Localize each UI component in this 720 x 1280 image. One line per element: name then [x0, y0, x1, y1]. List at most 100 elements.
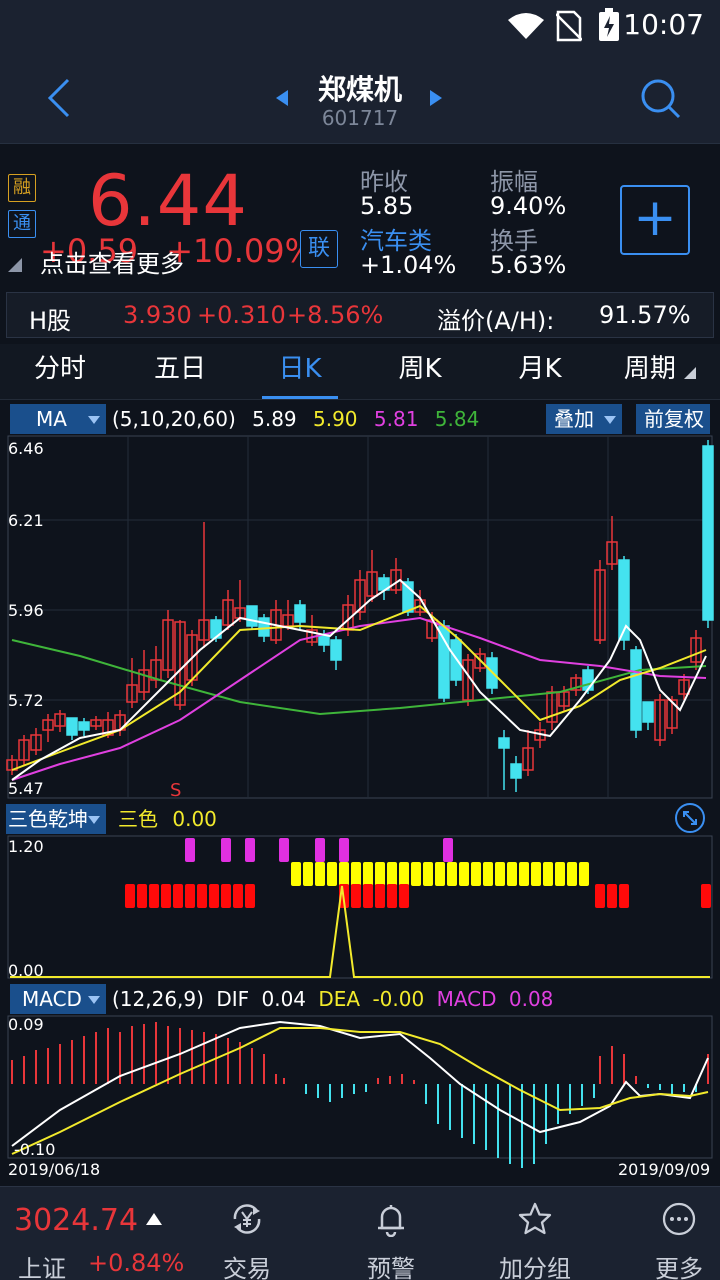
- kline-y-label-2: 6.21: [8, 511, 44, 530]
- fullscreen-icon[interactable]: [674, 802, 706, 834]
- tricolor-yellow-block: [495, 862, 505, 886]
- macd-y-top: 0.09: [8, 1015, 44, 1034]
- amplitude-value: 9.40%: [490, 192, 567, 220]
- tricolor-yellow-block: [351, 862, 361, 886]
- quote-panel[interactable]: 融 通 6.44 +0.59 +10.09% 点击查看更多 联 昨收 5.85 …: [0, 144, 720, 286]
- tricolor-yellow-block: [363, 862, 373, 886]
- candle-body: [630, 649, 642, 731]
- next-stock-arrow-icon[interactable]: [428, 88, 444, 108]
- tab-period[interactable]: 周期: [600, 344, 720, 400]
- price-change-pct: +10.09%: [166, 232, 316, 270]
- tab-daily-k[interactable]: 日K: [240, 344, 360, 400]
- tricolor-red-block: [125, 884, 135, 908]
- kline-candles: [6, 440, 714, 792]
- tricolor-red-block: [197, 884, 207, 908]
- expand-corner-icon: [8, 258, 22, 272]
- macd-legend: (12,26,9) DIF 0.04 DEA -0.00 MACD 0.08: [112, 984, 553, 1014]
- tricolor-red-block: [607, 884, 617, 908]
- dif-value: 0.04: [261, 987, 307, 1011]
- nav-trade[interactable]: 交易: [192, 1187, 302, 1280]
- overlay-label: 叠加: [554, 407, 594, 431]
- ah-premium-label: 溢价(A/H):: [437, 307, 555, 335]
- more-tip[interactable]: 点击查看更多: [40, 244, 184, 279]
- dropdown-corner-icon: [684, 367, 697, 379]
- tricolor-yellow-block: [519, 862, 529, 886]
- tab-monthly-k[interactable]: 月K: [480, 344, 600, 400]
- tricolor-yellow-block: [543, 862, 553, 886]
- tricolor-value: 0.00: [172, 807, 217, 831]
- ma20-value: 5.81: [373, 407, 419, 431]
- h-share-price: 3.930: [123, 301, 192, 329]
- tricolor-yellow-block: [459, 862, 469, 886]
- tricolor-red-block: [387, 884, 397, 908]
- tricolor-red-block: [375, 884, 385, 908]
- tricolor-magenta-block: [221, 838, 231, 862]
- indicator-select-tricolor[interactable]: 三色乾坤: [6, 804, 106, 834]
- index-value: 3024.74: [14, 1203, 139, 1238]
- stock-name: 郑煤机: [317, 73, 402, 106]
- tricolor-red-block: [363, 884, 373, 908]
- kline-chart[interactable]: 6.46 6.21 5.96 5.72 5.47 S: [0, 430, 720, 800]
- add-watchlist-button[interactable]: +: [620, 185, 690, 255]
- h-share-label: H股: [29, 307, 72, 335]
- tricolor-select-label: 三色乾坤: [8, 807, 88, 831]
- tab-five-day[interactable]: 五日: [120, 344, 240, 400]
- tricolor-magenta-block: [279, 838, 289, 862]
- candle-body: [582, 669, 594, 691]
- up-triangle-icon: [146, 1213, 162, 1225]
- related-button[interactable]: 联: [300, 230, 338, 268]
- tab-intraday[interactable]: 分时: [0, 344, 120, 400]
- kline-y-label-top: 6.46: [8, 439, 44, 458]
- connect-badge: 通: [8, 210, 36, 238]
- tricolor-yellow-block: [531, 862, 541, 886]
- date-start: 2019/06/18: [8, 1160, 100, 1179]
- macd-lines: [11, 1020, 709, 1155]
- yen-exchange-icon: [233, 1204, 261, 1234]
- dea-value: -0.00: [372, 987, 425, 1011]
- nav-trade-label: 交易: [223, 1255, 271, 1280]
- status-bar: 10:07: [0, 0, 720, 52]
- turnover-value: 5.63%: [490, 251, 567, 279]
- battery-charging-icon: [599, 8, 619, 41]
- dif-line: [11, 1020, 709, 1147]
- candle-body: [330, 639, 342, 661]
- tricolor-red-block: [173, 884, 183, 908]
- tricolor-yellow-block: [375, 862, 385, 886]
- ma5-value: 5.89: [252, 407, 297, 431]
- bell-icon: [378, 1205, 404, 1237]
- date-end: 2019/09/09: [618, 1160, 710, 1179]
- tricolor-yellow-block: [387, 862, 397, 886]
- tab-weekly-k[interactable]: 周K: [360, 344, 480, 400]
- candle-body: [66, 717, 78, 736]
- nav-add-group[interactable]: 加分组: [480, 1187, 590, 1280]
- tricolor-red-block: [137, 884, 147, 908]
- ma-line: [11, 604, 707, 771]
- tricolor-magenta-block: [443, 838, 453, 862]
- h-share-row[interactable]: H股 3.930 +0.310 +8.56% 溢价(A/H): 91.57%: [6, 292, 714, 338]
- tricolor-yellow-block: [399, 862, 409, 886]
- nav-alert[interactable]: 预警: [336, 1187, 446, 1280]
- index-name: 上证: [18, 1255, 66, 1280]
- ma60-value: 5.84: [434, 407, 480, 431]
- macd-y-bottom: -0.10: [14, 1140, 55, 1159]
- title-bar: 郑煤机 601717: [0, 52, 720, 144]
- ma10-value: 5.90: [313, 407, 358, 431]
- bottom-bar: 3024.74 上证 +0.84% 交易 预警 加分组 更多: [0, 1186, 720, 1280]
- indicator-select-macd[interactable]: MACD: [10, 984, 106, 1014]
- tricolor-yellow-block: [339, 862, 349, 886]
- tricolor-name: 三色: [118, 807, 158, 831]
- index-quote[interactable]: 3024.74 上证 +0.84%: [0, 1187, 190, 1280]
- tricolor-y-top: 1.20: [8, 837, 44, 856]
- dea-label: DEA: [318, 987, 361, 1011]
- tricolor-yellow-block: [447, 862, 457, 886]
- tab-period-label: 周期: [623, 354, 676, 384]
- nav-add-group-label: 加分组: [499, 1255, 571, 1280]
- search-icon[interactable]: [638, 76, 682, 120]
- ma-params: (5,10,20,60): [112, 407, 236, 431]
- nav-more[interactable]: 更多: [624, 1187, 720, 1280]
- tricolor-red-block: [149, 884, 159, 908]
- dif-label: DIF: [216, 987, 250, 1011]
- tricolor-yellow-block: [435, 862, 445, 886]
- tricolor-yellow-block: [423, 862, 433, 886]
- nav-alert-label: 预警: [367, 1255, 415, 1280]
